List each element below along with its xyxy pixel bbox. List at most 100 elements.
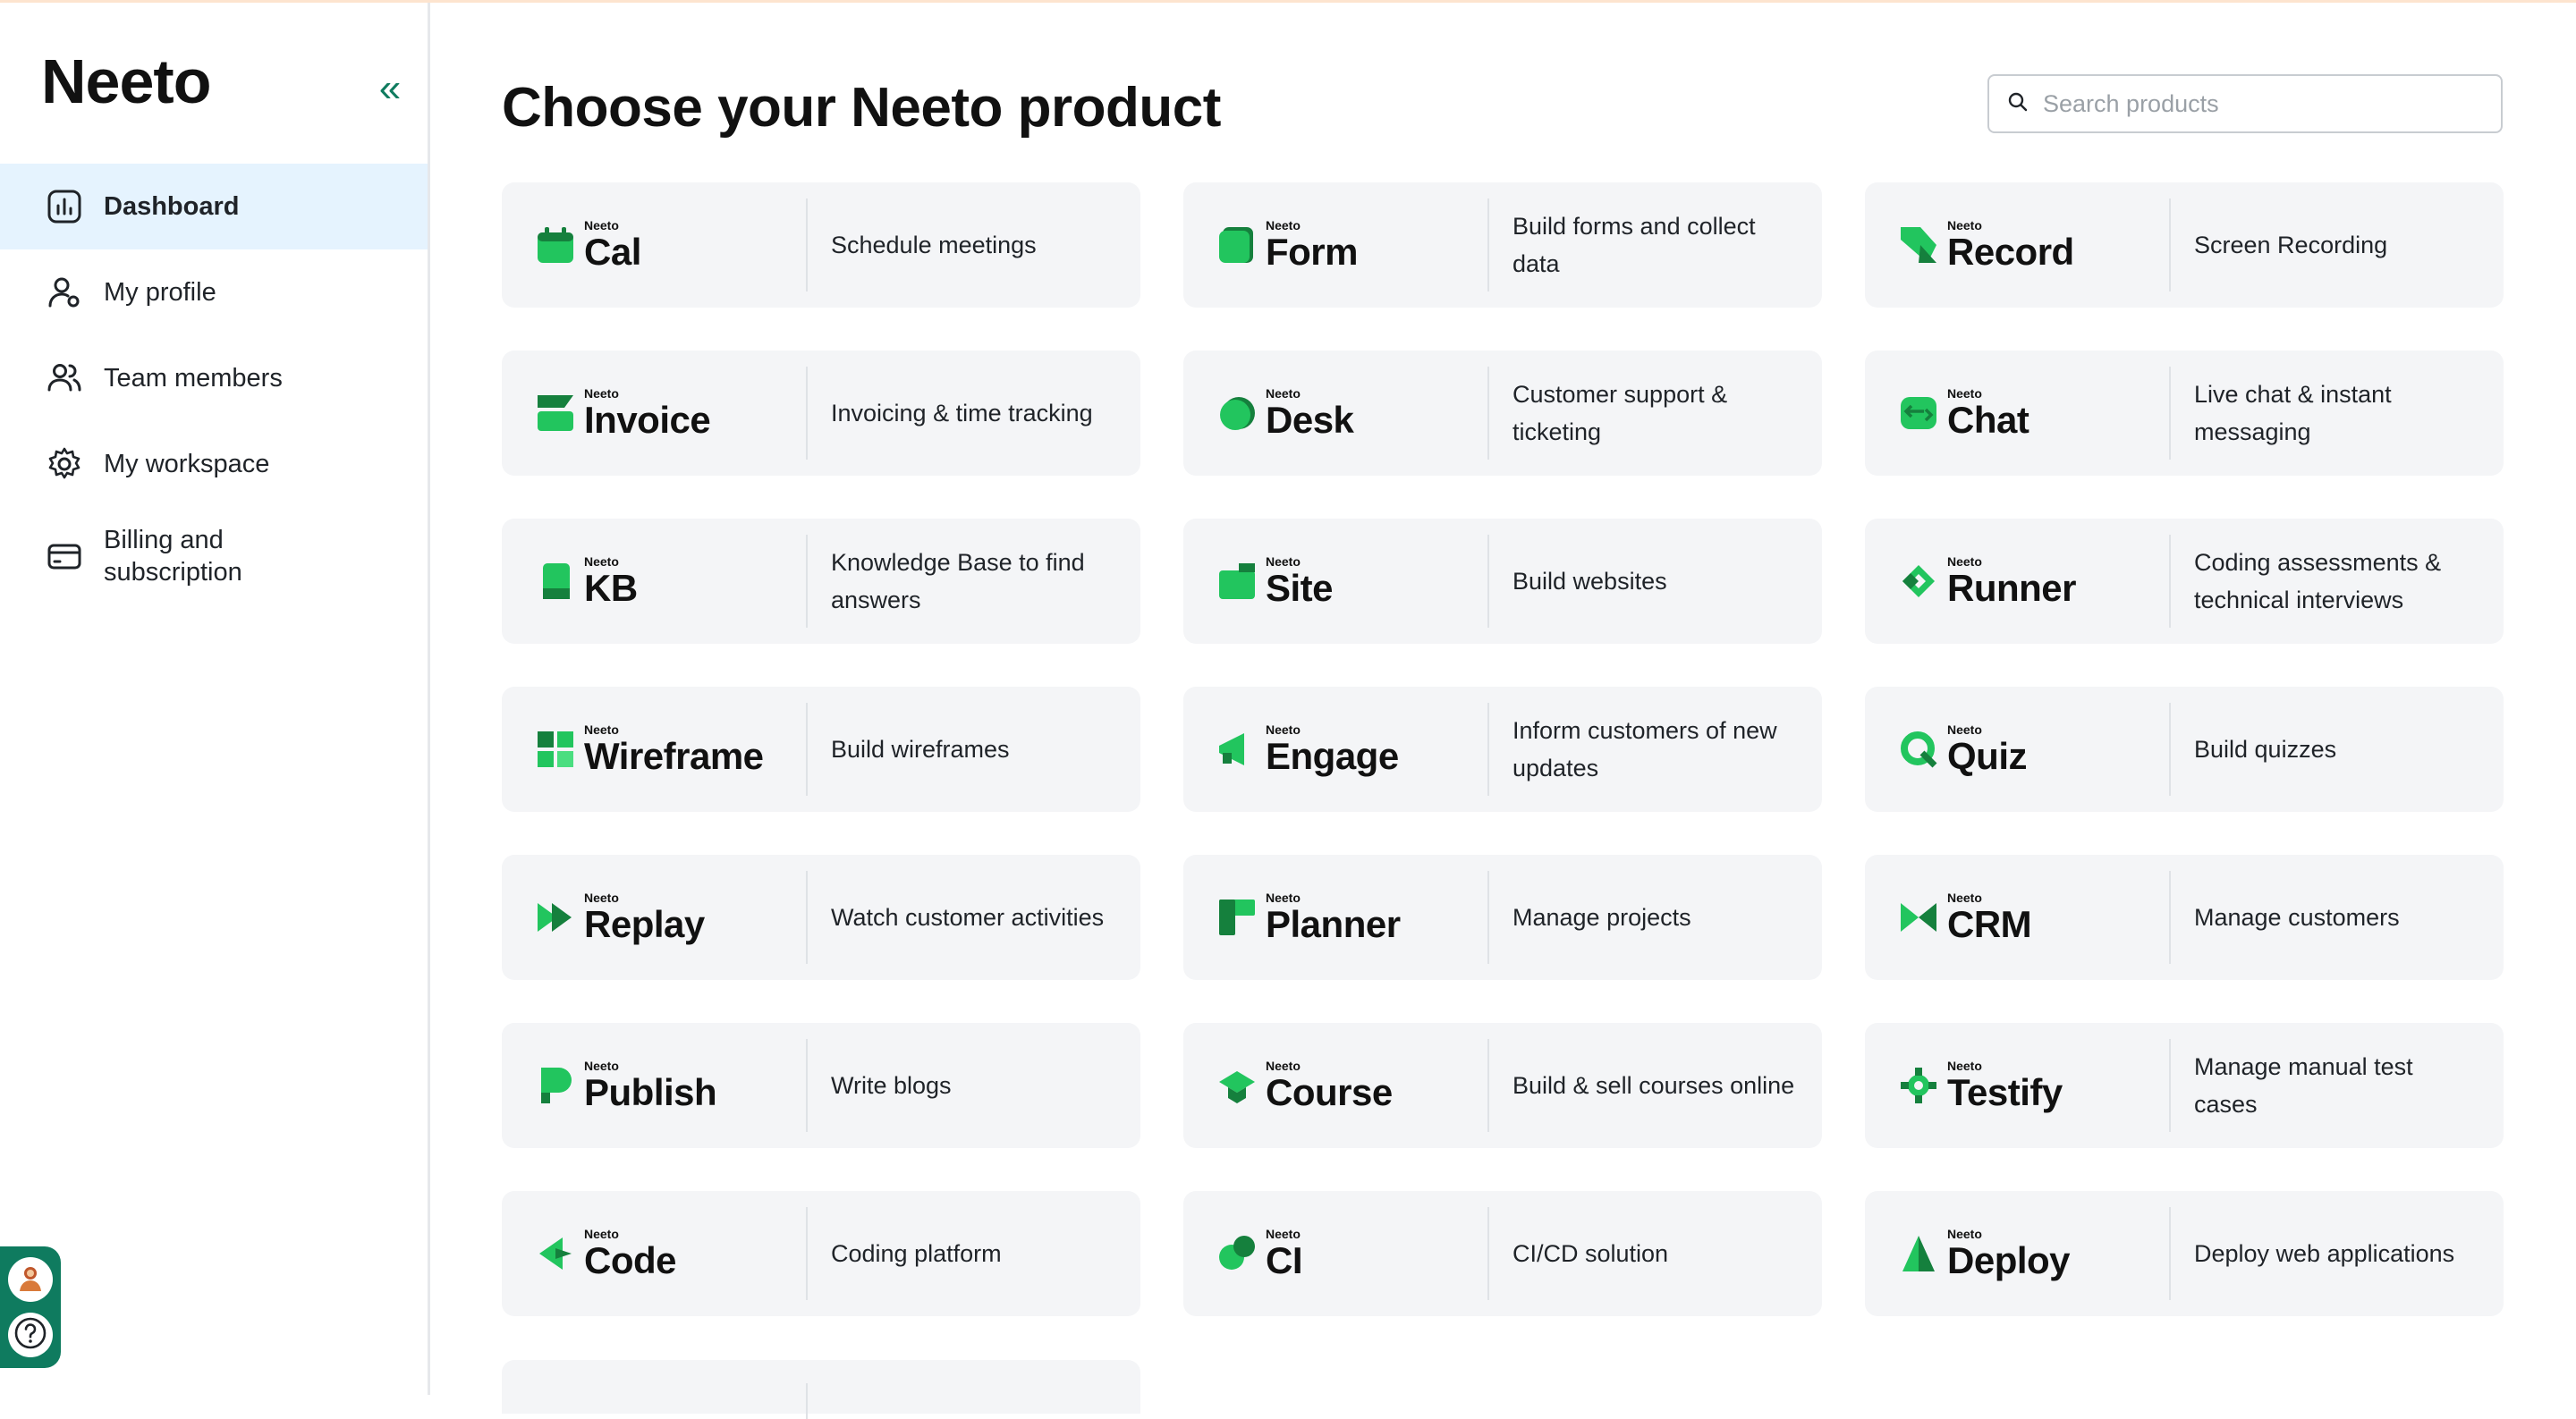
product-card-invoice[interactable]: Neeto Invoice Invoicing & time tracking bbox=[502, 351, 1140, 476]
product-card-ci[interactable]: Neeto CI CI/CD solution bbox=[1183, 1191, 1822, 1316]
product-brand-small: Neeto bbox=[584, 218, 619, 232]
product-card-planner[interactable]: Neeto Planner Manage projects bbox=[1183, 855, 1822, 980]
product-logo: Neeto Wireframe bbox=[502, 687, 806, 812]
product-logo: Neeto Quiz bbox=[1865, 687, 2169, 812]
product-description: Build wireframes bbox=[831, 736, 1010, 763]
product-card-record[interactable]: Neeto Record Screen Recording bbox=[1865, 182, 2504, 308]
product-card-course[interactable]: Neeto Course Build & sell courses online bbox=[1183, 1023, 1822, 1148]
product-brand-small: Neeto bbox=[1947, 218, 1982, 232]
sidebar-item-billing[interactable]: Billing and subscription bbox=[0, 507, 428, 605]
user-settings-icon bbox=[45, 273, 84, 312]
product-card-form[interactable]: Neeto Form Build forms and collect data bbox=[1183, 182, 1822, 308]
product-name: Quiz bbox=[1947, 735, 2028, 777]
product-logo: Neeto Testify bbox=[1865, 1023, 2169, 1148]
chart-bar-icon bbox=[45, 187, 84, 226]
product-brand-small: Neeto bbox=[584, 722, 619, 737]
product-grid: Neeto Cal Schedule meetings Neeto Form Build … bbox=[502, 182, 2505, 1316]
product-card-site[interactable]: Neeto Site Build websites bbox=[1183, 519, 1822, 644]
product-name: Engage bbox=[1266, 735, 1399, 777]
product-description: Build forms and collect data bbox=[1513, 213, 1756, 277]
product-description: Build quizzes bbox=[2194, 736, 2337, 763]
product-logo: Neeto Course bbox=[1183, 1023, 1487, 1148]
planner-logo-icon bbox=[1217, 898, 1257, 937]
product-name: Course bbox=[1266, 1071, 1393, 1113]
product-brand-small: Neeto bbox=[584, 554, 619, 569]
product-card-partial[interactable] bbox=[502, 1360, 1140, 1419]
product-logo: Neeto CRM bbox=[1865, 855, 2169, 980]
product-card-desk[interactable]: Neeto Desk Customer support & ticketing bbox=[1183, 351, 1822, 476]
product-name: Invoice bbox=[584, 399, 711, 441]
product-card-quiz[interactable]: Neeto Quiz Build quizzes bbox=[1865, 687, 2504, 812]
search-box[interactable] bbox=[1987, 74, 2503, 133]
sidebar: Neeto « Dashboard My profile Team member… bbox=[0, 3, 430, 1395]
product-card-code[interactable]: Neeto Code Coding platform bbox=[502, 1191, 1140, 1316]
avatar-button[interactable] bbox=[8, 1257, 53, 1302]
brand-name: Neeto bbox=[41, 46, 211, 116]
publish-logo-icon bbox=[536, 1066, 575, 1105]
help-button[interactable] bbox=[8, 1313, 53, 1357]
product-name: Planner bbox=[1266, 903, 1401, 945]
product-card-kb[interactable]: Neeto KB Knowledge Base to find answers bbox=[502, 519, 1140, 644]
product-name: Chat bbox=[1947, 399, 2029, 441]
product-card-crm[interactable]: Neeto CRM Manage customers bbox=[1865, 855, 2504, 980]
product-brand-small: Neeto bbox=[1947, 554, 1982, 569]
product-name: CRM bbox=[1947, 903, 2032, 945]
product-description: Manage customers bbox=[2194, 904, 2400, 931]
product-description: Coding assessments & technical interview… bbox=[2194, 549, 2442, 613]
product-brand-small: Neeto bbox=[1266, 891, 1301, 905]
product-logo: Neeto Code bbox=[502, 1191, 806, 1316]
product-brand-small: Neeto bbox=[1266, 554, 1301, 569]
product-description: Inform customers of new updates bbox=[1513, 717, 1777, 781]
kb-logo-icon bbox=[536, 562, 575, 601]
product-card-wireframe[interactable]: Neeto Wireframe Build wireframes bbox=[502, 687, 1140, 812]
engage-logo-icon bbox=[1217, 730, 1257, 769]
product-name: CI bbox=[1266, 1239, 1303, 1281]
record-logo-icon bbox=[1899, 225, 1938, 265]
brand-logo[interactable]: Neeto bbox=[41, 50, 211, 113]
product-card-publish[interactable]: Neeto Publish Write blogs bbox=[502, 1023, 1140, 1148]
search-input[interactable] bbox=[2043, 89, 2472, 118]
product-logo: Neeto Runner bbox=[1865, 519, 2169, 644]
product-logo: Neeto Engage bbox=[1183, 687, 1487, 812]
product-description: Live chat & instant messaging bbox=[2194, 381, 2392, 445]
deploy-logo-icon bbox=[1899, 1234, 1938, 1273]
product-brand-small: Neeto bbox=[1266, 386, 1301, 401]
search-icon bbox=[2007, 91, 2029, 117]
product-brand-small: Neeto bbox=[1947, 891, 1982, 905]
product-description: Knowledge Base to find answers bbox=[831, 549, 1085, 613]
product-description: CI/CD solution bbox=[1513, 1240, 1669, 1267]
product-card-chat[interactable]: Neeto Chat Live chat & instant messaging bbox=[1865, 351, 2504, 476]
product-description: Write blogs bbox=[831, 1072, 952, 1099]
product-logo: Neeto CI bbox=[1183, 1191, 1487, 1316]
product-card-runner[interactable]: Neeto Runner Coding assessments & technica… bbox=[1865, 519, 2504, 644]
product-description: Build & sell courses online bbox=[1513, 1072, 1795, 1099]
product-card-replay[interactable]: Neeto Replay Watch customer activities bbox=[502, 855, 1140, 980]
sidebar-item-my-profile[interactable]: My profile bbox=[0, 249, 428, 335]
product-logo: Neeto Invoice bbox=[502, 351, 806, 476]
sidebar-nav: Dashboard My profile Team members My wor… bbox=[0, 164, 428, 605]
gear-icon bbox=[45, 444, 84, 484]
sidebar-item-dashboard[interactable]: Dashboard bbox=[0, 164, 428, 249]
site-logo-icon bbox=[1217, 562, 1257, 601]
users-icon bbox=[45, 359, 84, 398]
product-description: Manage manual test cases bbox=[2194, 1053, 2413, 1118]
product-card-deploy[interactable]: Neeto Deploy Deploy web applications bbox=[1865, 1191, 2504, 1316]
product-description: Schedule meetings bbox=[831, 232, 1037, 258]
collapse-sidebar-button[interactable]: « bbox=[372, 69, 408, 108]
sidebar-item-label: My workspace bbox=[104, 450, 270, 478]
product-card-engage[interactable]: Neeto Engage Inform customers of new updat… bbox=[1183, 687, 1822, 812]
invoice-logo-icon bbox=[536, 393, 575, 433]
sidebar-item-label: My profile bbox=[104, 278, 216, 307]
product-card-cal[interactable]: Neeto Cal Schedule meetings bbox=[502, 182, 1140, 308]
sidebar-item-label: Dashboard bbox=[104, 192, 240, 221]
runner-logo-icon bbox=[1899, 562, 1938, 601]
sidebar-item-my-workspace[interactable]: My workspace bbox=[0, 421, 428, 507]
product-name: Runner bbox=[1947, 567, 2077, 609]
product-brand-small: Neeto bbox=[584, 386, 619, 401]
product-name: Code bbox=[584, 1239, 677, 1281]
product-brand-small: Neeto bbox=[1947, 1059, 1982, 1073]
code-logo-icon bbox=[536, 1234, 575, 1273]
product-description: Deploy web applications bbox=[2194, 1240, 2455, 1267]
product-card-testify[interactable]: Neeto Testify Manage manual test cases bbox=[1865, 1023, 2504, 1148]
sidebar-item-team-members[interactable]: Team members bbox=[0, 335, 428, 421]
